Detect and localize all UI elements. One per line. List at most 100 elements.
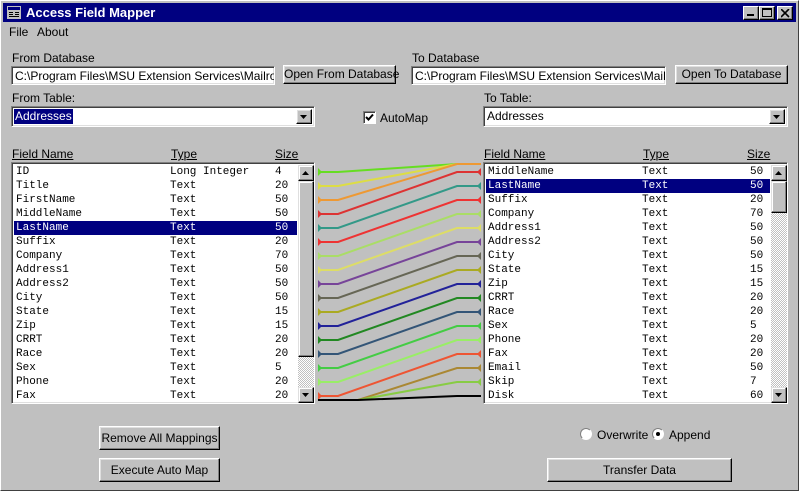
scroll-up-button[interactable] (298, 165, 314, 181)
maximize-button[interactable] (759, 6, 775, 20)
mapping-target-arrow (477, 322, 481, 330)
field-size-cell: 20 (750, 334, 764, 346)
mapping-line[interactable] (318, 381, 481, 401)
mapping-source-arrow (318, 308, 322, 316)
field-type-cell: Text (170, 334, 197, 346)
open-from-database-button[interactable]: Open From Database (283, 65, 399, 84)
mapping-line[interactable] (318, 395, 481, 401)
field-type-cell: Text (170, 348, 197, 360)
field-row[interactable]: Title Text 20 (14, 179, 297, 193)
field-type-cell: Text (642, 166, 669, 178)
scroll-thumb[interactable] (298, 181, 314, 357)
field-row[interactable]: Company Text 70 (486, 207, 770, 221)
field-name-cell: Company (488, 208, 535, 220)
field-row[interactable]: LastName Text 50 (14, 221, 297, 235)
field-size-cell: 50 (750, 180, 764, 192)
field-row[interactable]: Email Text 50 (486, 361, 770, 375)
to-field-list[interactable]: Disk Text 60 Skip Text 7 Email Text 50 Fax Text 20 P… (483, 162, 788, 404)
field-row[interactable]: State Text 15 (486, 263, 770, 277)
menu-about[interactable]: About (37, 24, 68, 40)
from-field-list[interactable]: Fax Text 20 Phone Text 20 Sex Text 5 Race Text 20 CR… (11, 162, 315, 404)
field-size-cell: 70 (275, 250, 289, 262)
to-list-scrollbar[interactable] (771, 165, 787, 403)
field-row[interactable]: Address2 Text 50 (486, 235, 770, 249)
field-type-cell: Text (170, 362, 197, 374)
field-name-cell: LastName (16, 222, 69, 234)
transfer-data-button[interactable]: Transfer Data (547, 458, 732, 482)
field-row[interactable]: ID Long Integer 4 (14, 165, 297, 179)
scroll-up-button[interactable] (771, 165, 787, 181)
field-row[interactable]: MiddleName Text 50 (486, 165, 770, 179)
field-row[interactable]: CRRT Text 20 (486, 291, 770, 305)
field-row[interactable]: LastName Text 50 (486, 179, 770, 193)
scroll-down-button[interactable] (771, 387, 787, 403)
from-table-combo[interactable]: Addresses (11, 106, 315, 127)
field-size-cell: 50 (750, 222, 764, 234)
field-row[interactable]: Fax Text 20 (486, 347, 770, 361)
to-table-dropdown-button[interactable] (769, 109, 785, 124)
mapping-source-arrow (318, 378, 322, 386)
field-row[interactable]: Fax Text 20 (14, 389, 297, 403)
field-name-cell: Suffix (488, 194, 528, 206)
field-size-cell: 20 (275, 236, 289, 248)
field-size-cell: 5 (750, 320, 757, 332)
from-list-scrollbar[interactable] (298, 165, 314, 403)
field-row[interactable]: CRRT Text 20 (14, 333, 297, 347)
field-row[interactable]: Zip Text 15 (486, 277, 770, 291)
field-type-cell: Text (642, 180, 669, 192)
field-row[interactable]: Sex Text 5 (486, 319, 770, 333)
from-table-dropdown-button[interactable] (296, 109, 312, 124)
field-row[interactable]: Skip Text 7 (486, 375, 770, 389)
append-radio[interactable] (652, 428, 664, 440)
field-name-cell: Company (16, 250, 63, 262)
mapping-canvas[interactable] (314, 162, 486, 410)
overwrite-label: Overwrite (597, 428, 649, 442)
mapping-line[interactable] (318, 163, 481, 173)
field-size-cell: 60 (750, 390, 764, 402)
field-row[interactable]: Company Text 70 (14, 249, 297, 263)
arrow-down-icon (775, 393, 782, 397)
field-row[interactable]: Zip Text 15 (14, 319, 297, 333)
field-row[interactable]: State Text 15 (14, 305, 297, 319)
field-row[interactable]: FirstName Text 50 (14, 193, 297, 207)
overwrite-radio[interactable] (580, 428, 592, 440)
mapping-line[interactable] (318, 163, 481, 201)
automap-checkbox[interactable] (363, 111, 376, 124)
field-row[interactable]: Race Text 20 (14, 347, 297, 361)
field-name-cell: Email (488, 362, 522, 374)
to-table-label: To Table: (484, 91, 532, 105)
mapping-target-arrow (477, 266, 481, 274)
field-row[interactable]: City Text 50 (14, 291, 297, 305)
field-row[interactable]: Sex Text 5 (14, 361, 297, 375)
field-size-cell: 15 (275, 320, 289, 332)
field-type-cell: Text (642, 362, 669, 374)
open-to-database-button[interactable]: Open To Database (675, 65, 788, 84)
close-button[interactable] (777, 6, 793, 20)
execute-auto-map-button[interactable]: Execute Auto Map (99, 458, 220, 482)
field-row[interactable]: Address2 Text 50 (14, 277, 297, 291)
field-type-cell: Text (170, 390, 197, 402)
field-type-cell: Text (170, 376, 197, 388)
field-row[interactable]: Suffix Text 20 (486, 193, 770, 207)
field-row[interactable]: Address1 Text 50 (486, 221, 770, 235)
minimize-button[interactable] (743, 6, 759, 20)
remove-all-mappings-button[interactable]: Remove All Mappings (99, 426, 220, 450)
field-row[interactable]: City Text 50 (486, 249, 770, 263)
field-row[interactable]: Address1 Text 50 (14, 263, 297, 277)
menu-file[interactable]: File (9, 24, 28, 40)
scroll-thumb[interactable] (771, 181, 787, 213)
scroll-down-button[interactable] (298, 387, 314, 403)
field-row[interactable]: Suffix Text 20 (14, 235, 297, 249)
field-type-cell: Text (642, 390, 669, 402)
mapping-target-arrow (477, 210, 481, 218)
field-row[interactable]: Disk Text 60 (486, 389, 770, 403)
field-row[interactable]: Phone Text 20 (486, 333, 770, 347)
field-row[interactable]: Phone Text 20 (14, 375, 297, 389)
to-table-combo[interactable]: Addresses (483, 106, 788, 127)
field-row[interactable]: Race Text 20 (486, 305, 770, 319)
mapping-line[interactable] (318, 171, 481, 215)
field-row[interactable]: MiddleName Text 50 (14, 207, 297, 221)
mapping-source-arrow (318, 224, 322, 232)
to-database-path-field[interactable]: C:\Program Files\MSU Extension Services\… (411, 66, 666, 85)
from-database-path-field[interactable]: C:\Program Files\MSU Extension Services\… (11, 66, 275, 85)
